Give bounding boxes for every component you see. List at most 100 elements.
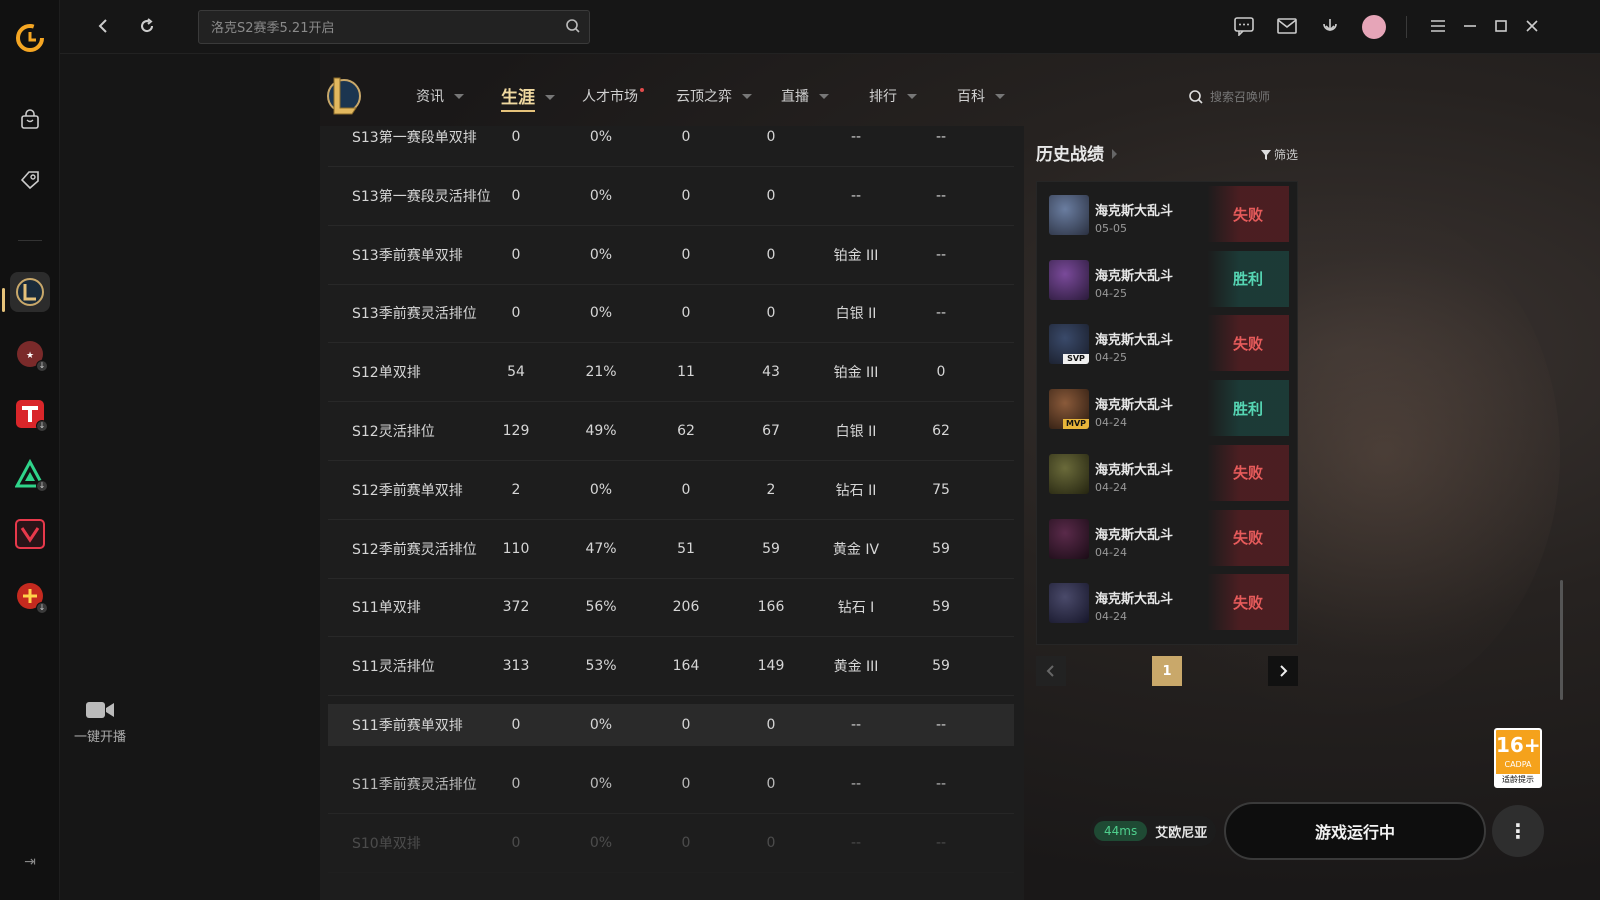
cell-losses: 0 xyxy=(766,246,776,263)
lol-logo-icon[interactable] xyxy=(324,74,362,116)
table-row[interactable]: S12季前赛单双排 2 0% 0 2 钻石 II 75 xyxy=(328,461,1014,520)
match-item[interactable]: 海克斯大乱斗 04-24 失败 xyxy=(1049,574,1289,631)
nav-item-talent-market[interactable]: 人才市场 xyxy=(582,86,648,106)
filter-label: 筛选 xyxy=(1273,148,1298,162)
cell-games: 313 xyxy=(502,658,530,675)
game-lol-icon[interactable] xyxy=(10,272,50,312)
table-row[interactable]: S13季前赛单双排 0 0% 0 0 铂金 III -- xyxy=(328,226,1014,285)
cell-winrate: 0% xyxy=(589,246,613,263)
nav-item-career[interactable]: 生涯 xyxy=(501,83,555,112)
match-item[interactable]: 海克斯大乱斗 04-24 失败 xyxy=(1049,509,1289,566)
cell-losses: 0 xyxy=(766,717,776,733)
table-row[interactable]: S13季前赛灵活排位 0 0% 0 0 白银 II -- xyxy=(328,284,1014,344)
game-crossfire-icon[interactable]: ↓ xyxy=(10,576,50,616)
cell-losses: 0 xyxy=(766,305,776,322)
chat-icon[interactable] xyxy=(1232,14,1256,38)
collapse-sidebar-icon[interactable]: ⇥ xyxy=(20,854,40,874)
ranked-history-table: S13第一赛段单双排 0 0% 0 0 -- -- S13第一赛段灵活排位 0 0% 0 0 -- -- S… xyxy=(320,126,1024,900)
game-running-button[interactable]: 游戏运行中 xyxy=(1224,802,1486,860)
table-row[interactable]: S13第一赛段单双排 0 0% 0 0 -- -- xyxy=(328,126,1014,167)
filter-button[interactable]: 筛选 xyxy=(1260,146,1298,163)
table-row[interactable]: S12季前赛灵活排位 110 47% 51 59 黄金 IV 59 xyxy=(328,520,1014,579)
game-apex-icon[interactable]: ↓ xyxy=(10,454,50,494)
match-mode: 海克斯大乱斗 xyxy=(1095,527,1174,543)
summoner-search[interactable]: 搜索召唤师 xyxy=(1188,88,1270,105)
nav-label: 直播 xyxy=(781,89,809,105)
one-click-stream-button[interactable]: 一键开播 xyxy=(70,700,130,745)
page-scrollbar[interactable] xyxy=(1560,580,1563,700)
current-page[interactable]: 1 xyxy=(1152,656,1182,686)
game-naraka-icon[interactable]: ★ ↓ xyxy=(10,334,50,374)
cell-games: 0 xyxy=(511,775,521,792)
menu-icon[interactable] xyxy=(1426,14,1450,38)
store-bag-icon[interactable] xyxy=(10,100,50,140)
match-list: 海克斯大乱斗 05-05 失败 海克斯大乱斗 04-25 胜利 SVP 海克斯大乱斗 04-25… xyxy=(1036,181,1298,645)
user-avatar[interactable] xyxy=(1362,15,1386,39)
match-item[interactable]: 海克斯大乱斗 04-24 失败 xyxy=(1049,444,1289,501)
game-t-icon[interactable]: ↓ xyxy=(10,394,50,434)
cell-tier: 钻石 II xyxy=(835,482,877,499)
cell-wins: 0 xyxy=(681,305,691,322)
match-item[interactable]: 海克斯大乱斗 05-05 失败 xyxy=(1049,186,1289,242)
search-icon[interactable] xyxy=(565,18,581,38)
prev-page-button[interactable] xyxy=(1036,656,1066,686)
next-page-button[interactable] xyxy=(1268,656,1298,686)
nav-item-news[interactable]: 资讯 xyxy=(416,86,464,106)
match-date: 04-25 xyxy=(1095,351,1127,365)
gamepad-tag-icon[interactable] xyxy=(10,160,50,200)
nav-item-wiki[interactable]: 百科 xyxy=(957,86,1005,106)
cell-points: -- xyxy=(935,305,947,322)
nav-item-ranking[interactable]: 排行 xyxy=(869,86,917,106)
table-row[interactable]: S11灵活排位 313 53% 164 149 黄金 III 59 xyxy=(328,637,1014,697)
season-name: S13季前赛灵活排位 xyxy=(352,306,477,323)
match-date: 04-25 xyxy=(1095,286,1127,300)
app-logo-icon[interactable] xyxy=(14,22,46,54)
nav-item-tft[interactable]: 云顶之弈 xyxy=(676,86,752,106)
cell-winrate: 0% xyxy=(589,481,613,498)
cell-tier: -- xyxy=(850,775,862,792)
table-row[interactable]: S11季前赛灵活排位 0 0% 0 0 -- -- xyxy=(328,755,1014,814)
season-name: S12灵活排位 xyxy=(352,424,435,440)
download-manager-icon[interactable] xyxy=(1318,14,1342,38)
global-search-input[interactable] xyxy=(211,18,551,38)
age-rating-note: 适龄提示 xyxy=(1496,774,1540,786)
topbar-divider xyxy=(1406,16,1407,38)
game-valorant-icon[interactable] xyxy=(10,514,50,554)
refresh-icon[interactable] xyxy=(135,14,159,38)
cell-points: -- xyxy=(935,717,947,733)
match-item[interactable]: MVP 海克斯大乱斗 04-24 胜利 xyxy=(1049,380,1289,437)
mail-icon[interactable] xyxy=(1275,14,1299,38)
cell-tier: 黄金 IV xyxy=(832,541,880,558)
table-row[interactable]: S13第一赛段灵活排位 0 0% 0 0 -- -- xyxy=(328,167,1014,226)
global-search-box[interactable] xyxy=(198,10,590,44)
back-arrow-icon[interactable] xyxy=(92,14,116,38)
match-result: 失败 xyxy=(1207,574,1289,631)
cell-wins: 206 xyxy=(672,599,700,616)
maximize-icon[interactable] xyxy=(1489,14,1513,38)
match-history-title-text: 历史战绩 xyxy=(1036,145,1104,165)
cell-games: 0 xyxy=(511,246,521,263)
minimize-icon[interactable] xyxy=(1458,14,1482,38)
table-row[interactable]: S10单双排 0 0% 0 0 -- -- xyxy=(328,814,1014,873)
table-row[interactable]: S12单双排 54 21% 11 43 铂金 III 0 xyxy=(328,343,1014,403)
age-rating-value: 16+ xyxy=(1496,733,1541,757)
match-item[interactable]: 海克斯大乱斗 04-25 胜利 xyxy=(1049,250,1289,307)
close-icon[interactable] xyxy=(1520,14,1544,38)
filter-icon xyxy=(1260,149,1271,160)
table-row[interactable]: S11季前赛单双排 0 0% 0 0 -- -- xyxy=(328,704,1014,746)
age-rating-badge[interactable]: 16+ CADPA 适龄提示 xyxy=(1494,728,1542,788)
more-options-icon[interactable]: ⋮ xyxy=(1492,805,1544,857)
champion-portrait xyxy=(1049,453,1089,494)
chevron-right-icon xyxy=(1280,665,1288,677)
server-status[interactable]: 44ms 艾欧尼亚 xyxy=(1090,816,1216,846)
match-history-panel: 历史战绩 筛选 海克斯大乱斗 05-05 失败 海克斯大乱斗 04-25 胜利 SVP 海克斯… xyxy=(1036,140,1298,645)
match-history-title[interactable]: 历史战绩 xyxy=(1036,140,1298,165)
match-result: 失败 xyxy=(1207,315,1289,372)
match-item[interactable]: SVP 海克斯大乱斗 04-25 失败 xyxy=(1049,315,1289,372)
cell-points: 62 xyxy=(932,423,950,439)
cell-points: 75 xyxy=(932,481,950,498)
nav-item-live[interactable]: 直播 xyxy=(781,86,829,106)
table-row[interactable]: S12灵活排位 129 49% 62 67 白银 II 62 xyxy=(328,402,1014,461)
table-row[interactable]: S11单双排 372 56% 206 166 钻石 I 59 xyxy=(328,578,1014,638)
cell-points: 59 xyxy=(932,658,950,675)
